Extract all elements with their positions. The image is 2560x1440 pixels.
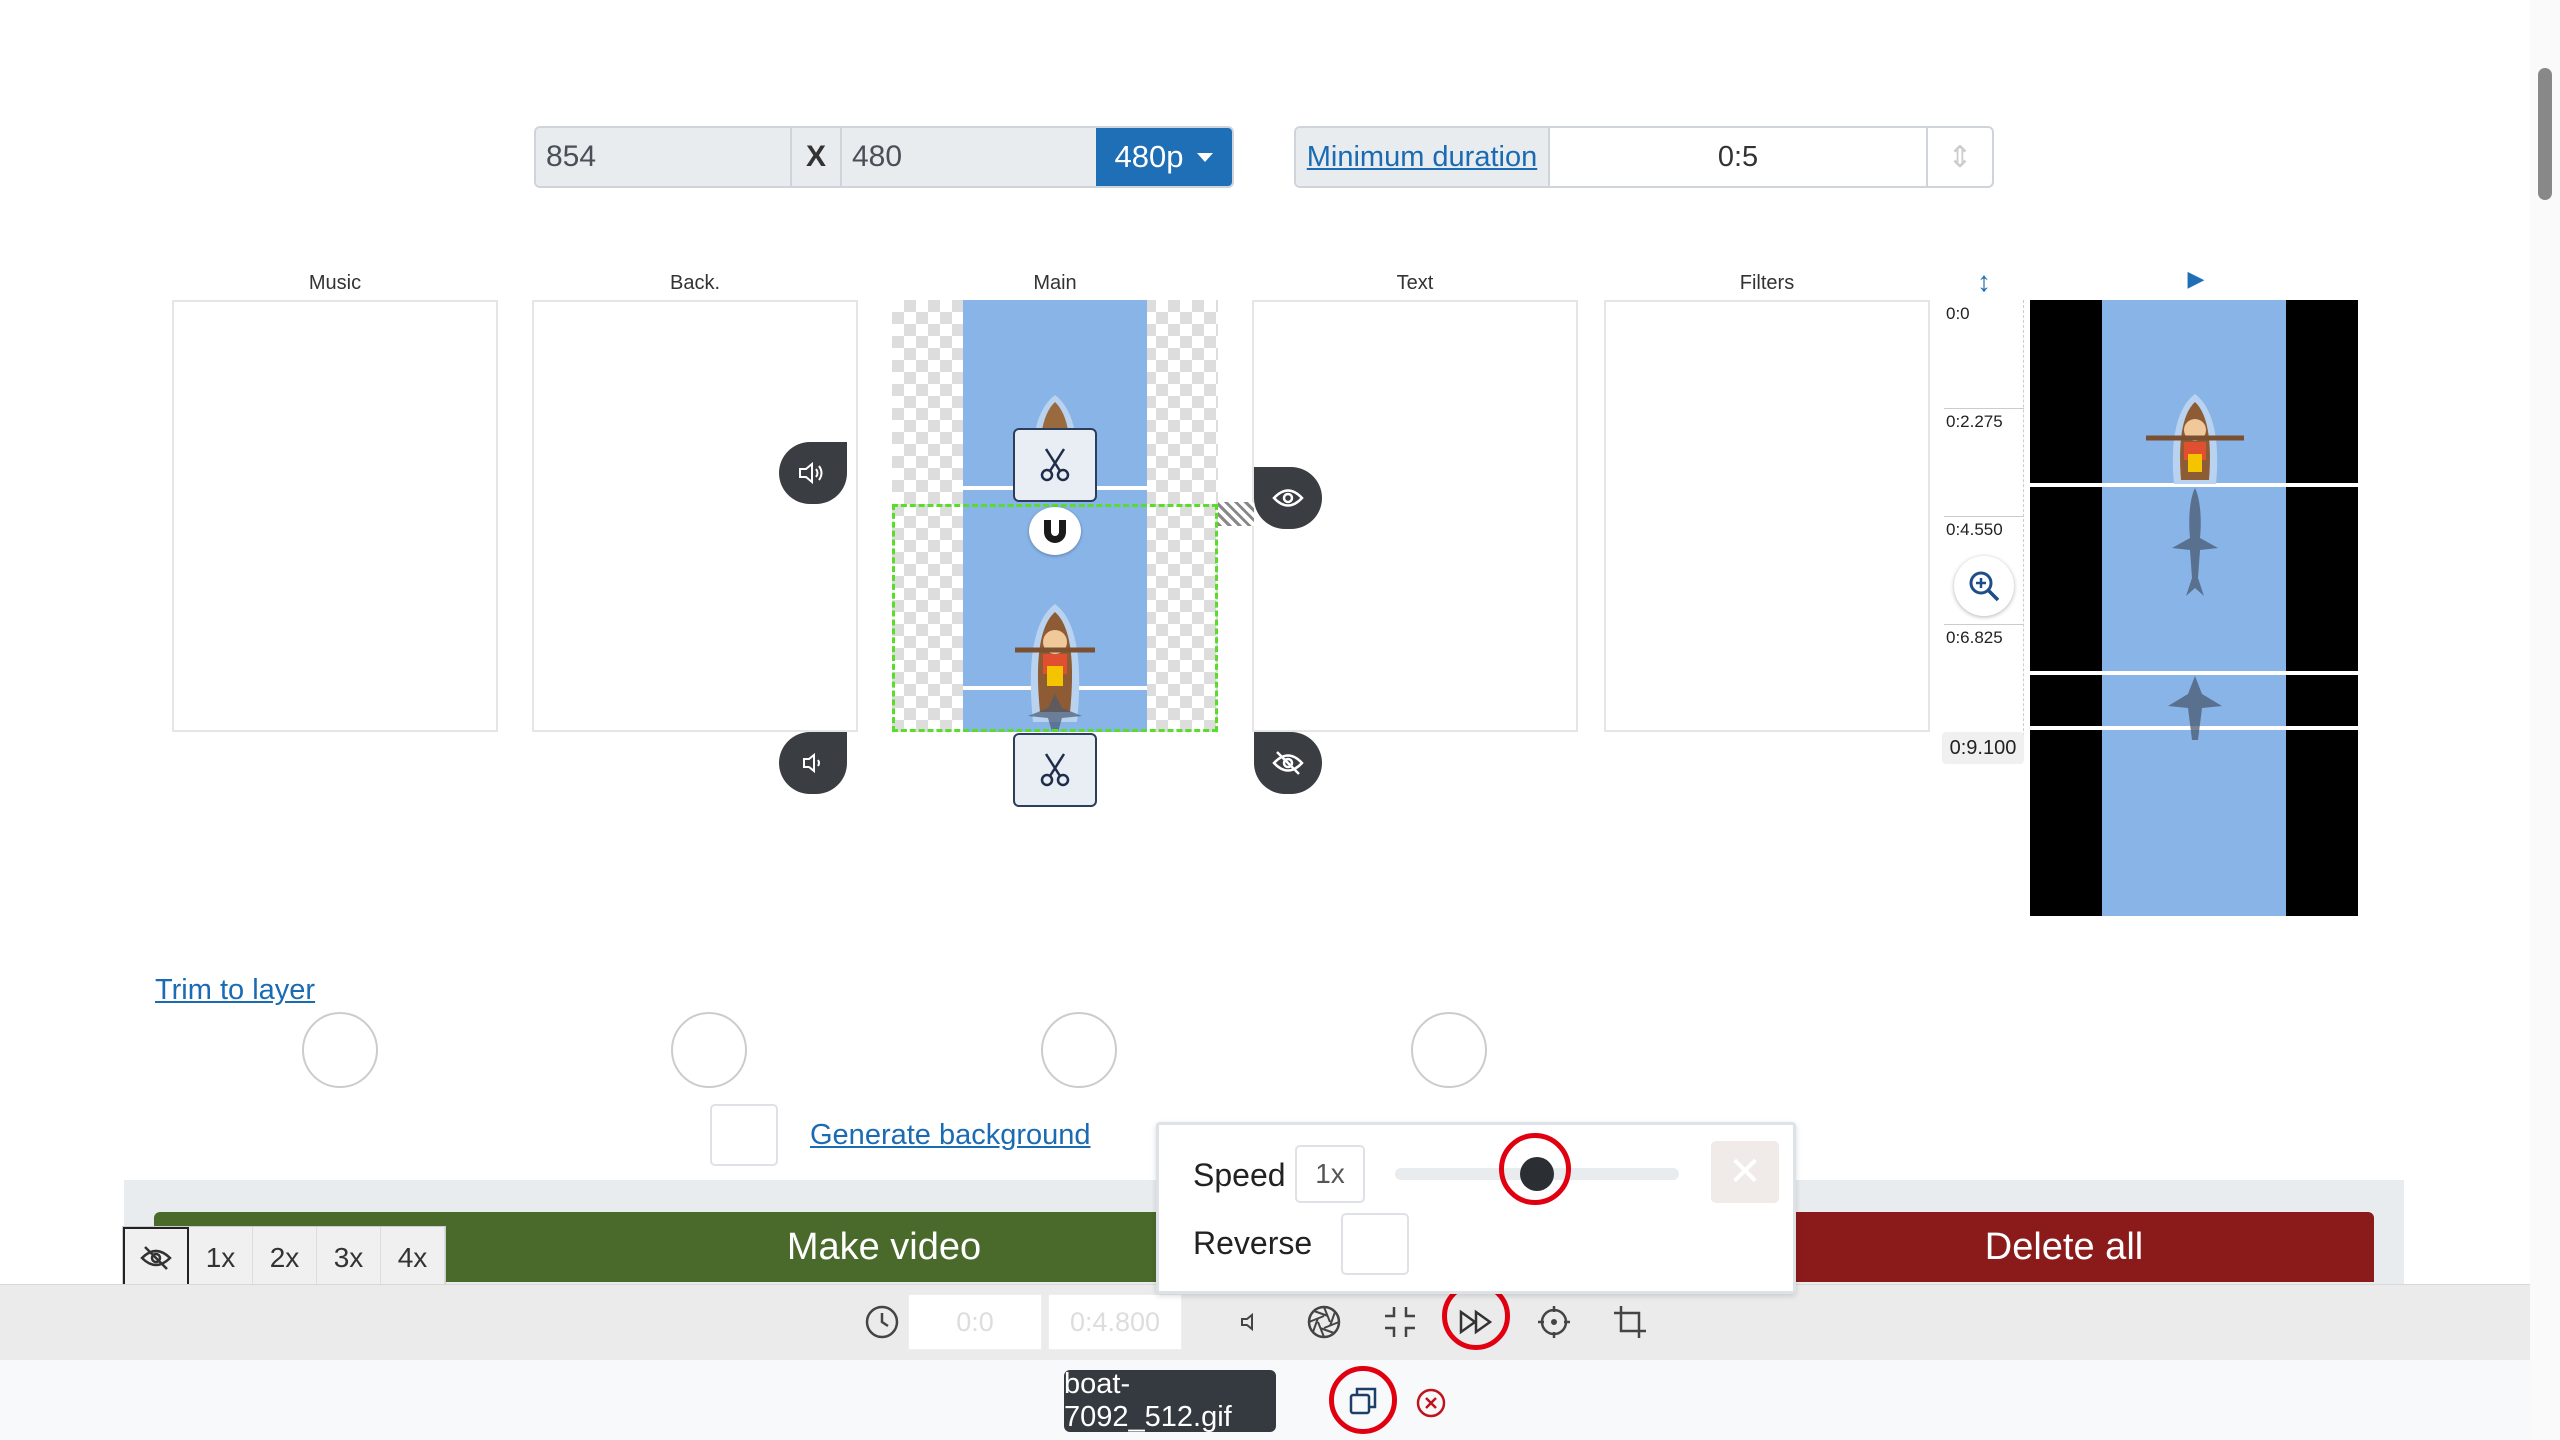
- timeline-resize-icon[interactable]: ↕: [1972, 266, 1996, 298]
- duration-value[interactable]: 0:5: [1548, 128, 1926, 186]
- resolution-group: X 480p: [534, 126, 1234, 188]
- resolution-separator: X: [790, 128, 842, 186]
- clock-icon[interactable]: [862, 1302, 902, 1342]
- slider-highlight-ring: [1499, 1133, 1571, 1205]
- split-top-button[interactable]: [1013, 428, 1097, 502]
- app-root: X 480p Minimum duration 0:5 ⇕ Music Back…: [0, 0, 2560, 1440]
- zoom-in-button[interactable]: [1954, 556, 2014, 616]
- track-label-back: Back.: [669, 272, 721, 294]
- file-chip[interactable]: boat-7092_512.gif: [1064, 1368, 1276, 1433]
- target-icon[interactable]: [1534, 1302, 1574, 1342]
- timeline-tick: 0:0: [1946, 304, 1970, 323]
- start-time-input[interactable]: 0:0: [908, 1294, 1042, 1350]
- height-input[interactable]: [842, 128, 1096, 186]
- end-time-input[interactable]: 0:4.800: [1048, 1294, 1182, 1350]
- timeline-tick: 0:6.825: [1946, 628, 2003, 647]
- back-track[interactable]: [532, 300, 858, 732]
- scissors-icon: [1040, 448, 1070, 482]
- track-label-filters: Filters: [1739, 272, 1795, 294]
- timeline-tick: 0:2.275: [1946, 412, 2003, 431]
- track-label-text: Text: [1396, 272, 1434, 294]
- track-label-main: Main: [1033, 272, 1077, 294]
- zoom-in-icon: [1969, 571, 2000, 602]
- preview-divider: [2030, 671, 2358, 675]
- remove-file-icon[interactable]: [1414, 1386, 1448, 1420]
- magnet-snap-button[interactable]: [1029, 507, 1081, 555]
- zoom-3x[interactable]: 3x: [317, 1227, 381, 1289]
- zoom-group: 1x 2x 3x 4x: [122, 1226, 446, 1290]
- generate-background-checkbox[interactable]: [710, 1104, 778, 1166]
- hide-toggle-button[interactable]: [123, 1227, 189, 1289]
- volume-up-icon: [799, 461, 823, 485]
- filters-track[interactable]: [1604, 300, 1930, 732]
- duration-group: Minimum duration 0:5 ⇕: [1294, 126, 1994, 188]
- generate-background-link[interactable]: Generate background: [810, 1119, 1091, 1152]
- magnet-icon: [1044, 520, 1066, 543]
- volume-down-button[interactable]: [779, 732, 847, 794]
- caret-down-icon: [1197, 152, 1214, 162]
- resolution-preset-label: 480p: [1114, 139, 1184, 174]
- delete-all-label: Delete all: [1984, 1225, 2144, 1268]
- layer-select-circle[interactable]: [671, 1012, 747, 1088]
- music-track[interactable]: [172, 300, 498, 732]
- minimum-duration-link[interactable]: Minimum duration: [1296, 128, 1548, 186]
- volume-up-button[interactable]: [779, 442, 847, 504]
- layer-select-circle[interactable]: [1041, 1012, 1117, 1088]
- timeline-end-tick: 0:9.100: [1942, 732, 2024, 764]
- layer-link-handle[interactable]: [1218, 502, 1254, 526]
- duplicate-highlight-ring: [1329, 1366, 1397, 1434]
- reverse-checkbox[interactable]: [1341, 1213, 1409, 1275]
- speed-label: Speed: [1193, 1157, 1286, 1193]
- speed-value[interactable]: 1x: [1295, 1145, 1365, 1203]
- duration-spinner-icon[interactable]: ⇕: [1926, 128, 1992, 186]
- layer-select-circle[interactable]: [302, 1012, 378, 1088]
- shark-preview: [2172, 488, 2218, 596]
- eye-slash-icon: [140, 1246, 172, 1270]
- layer-select-circle[interactable]: [1411, 1012, 1487, 1088]
- zoom-2x[interactable]: 2x: [253, 1227, 317, 1289]
- eye-icon: [1272, 489, 1304, 507]
- speed-popup: Speed 1x ✕ Reverse: [1156, 1122, 1796, 1294]
- resolution-preset-dropdown[interactable]: 480p: [1096, 128, 1232, 186]
- eye-slash-icon: [1272, 751, 1304, 775]
- close-icon: ✕: [1728, 1150, 1762, 1194]
- scissors-icon: [1040, 753, 1070, 787]
- show-layer-button[interactable]: [1254, 467, 1322, 529]
- page-scrollbar[interactable]: [2530, 0, 2560, 1440]
- track-label-music: Music: [308, 272, 362, 294]
- trim-to-layer-link[interactable]: Trim to layer: [155, 974, 315, 1007]
- volume-low-icon: [803, 752, 820, 774]
- volume-icon[interactable]: [1230, 1302, 1270, 1342]
- make-video-label: Make video: [786, 1225, 982, 1268]
- aperture-icon[interactable]: [1304, 1302, 1344, 1342]
- split-bottom-button[interactable]: [1013, 733, 1097, 807]
- hide-layer-button[interactable]: [1254, 732, 1322, 794]
- video-preview[interactable]: [2030, 300, 2358, 916]
- shrink-icon[interactable]: [1380, 1302, 1420, 1342]
- zoom-1x[interactable]: 1x: [189, 1227, 253, 1289]
- crop-icon[interactable]: [1610, 1302, 1650, 1342]
- boat-preview: [2146, 394, 2244, 484]
- zoom-4x[interactable]: 4x: [381, 1227, 445, 1289]
- timeline-tick: 0:4.550: [1946, 520, 2003, 539]
- shark-preview: [2168, 676, 2222, 740]
- width-input[interactable]: [536, 128, 790, 186]
- play-icon[interactable]: ▶: [2184, 266, 2208, 292]
- close-popup-button[interactable]: ✕: [1711, 1141, 1779, 1203]
- reverse-label: Reverse: [1193, 1225, 1313, 1261]
- scrollbar-thumb[interactable]: [2538, 68, 2552, 200]
